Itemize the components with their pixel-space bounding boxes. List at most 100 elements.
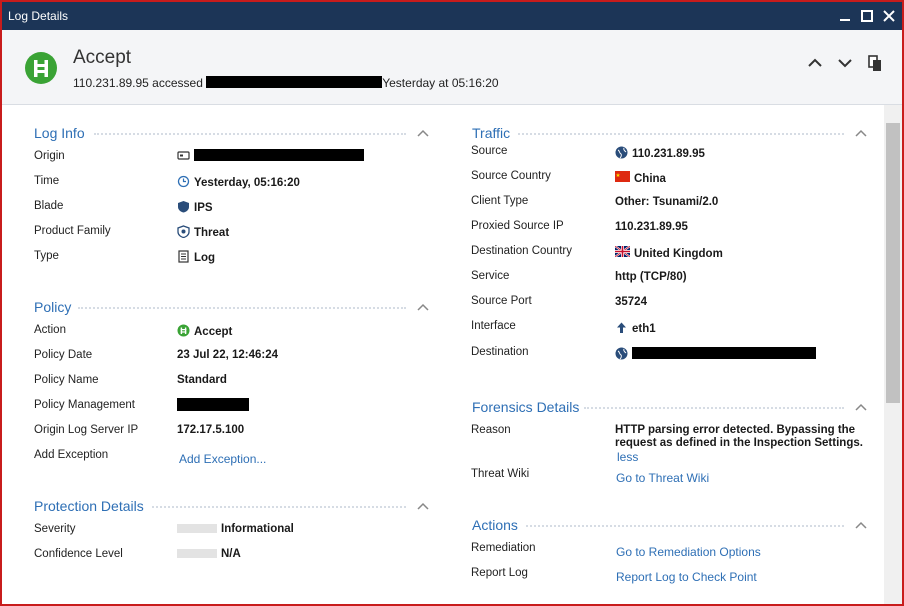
source-port-value: 35724 [615,296,647,308]
client-type-value: Other: Tsunami/2.0 [615,196,719,208]
scrollbar-thumb[interactable] [886,123,900,403]
section-divider [518,133,844,135]
destination-country-text: United Kingdom [634,248,723,260]
proxied-source-ip-label: Proxied Source IP [471,220,564,232]
accept-icon [177,324,190,337]
severity-value: Informational [177,523,294,535]
remediation-link[interactable]: Go to Remediation Options [616,545,761,559]
time-text: Yesterday, 05:16:20 [194,177,300,189]
threat-wiki-label: Threat Wiki [471,468,530,480]
up-arrow-icon[interactable] [804,52,826,74]
down-arrow-icon[interactable] [834,52,856,74]
origin-value [177,149,364,163]
report-log-label: Report Log [471,567,528,579]
details-content: Log Info Origin Time Yesterday, 05:16:20… [2,105,884,604]
source-country-text: China [634,173,666,185]
source-country-value: China [615,171,666,185]
product-family-label: Product Family [34,225,111,237]
service-value: http (TCP/80) [615,271,687,283]
policy-management-value [177,398,249,413]
origin-log-server-ip-value: 172.17.5.100 [177,424,245,436]
close-icon[interactable] [878,5,900,27]
proxied-source-ip-value: 110.231.89.95 [615,221,688,233]
reason-line-2: request as defined in the Inspection Set… [615,437,863,449]
service-label: Service [471,270,510,282]
source-text: 110.231.89.95 [632,148,705,160]
redacted-destination [206,76,383,88]
policy-name-value: Standard [177,374,227,386]
title-bar: Log Details [2,2,902,30]
destination-value [615,347,816,361]
source-port-label: Source Port [471,295,532,307]
action-label: Action [34,324,66,336]
confidence-text: N/A [221,548,241,560]
collapse-actions-icon[interactable] [854,520,868,530]
type-label: Type [34,250,59,262]
vertical-scrollbar[interactable] [884,105,902,604]
section-divider [152,506,406,508]
section-log-info-title: Log Info [34,125,85,141]
section-divider [78,307,406,309]
reason-label: Reason [471,424,511,436]
origin-log-server-ip-label: Origin Log Server IP [34,424,139,436]
redacted-policy-management [177,398,249,411]
log-header: Accept 110.231.89.95 accessed Yesterday … [2,30,902,105]
section-divider [584,407,844,409]
section-actions-title: Actions [472,517,518,533]
maximize-icon[interactable] [856,5,878,27]
minimize-icon[interactable] [834,5,856,27]
origin-label: Origin [34,150,65,162]
type-value: Log [177,250,215,264]
summary-time: Yesterday at 05:16:20 [382,76,499,90]
log-details-window: Log Details Accept 110.231.89.95 accesse… [0,0,904,606]
summary-source: 110.231.89.95 accessed [73,76,203,90]
globe-icon [615,146,628,159]
confidence-level-value: N/A [177,548,241,560]
upload-arrow-icon [615,321,628,334]
severity-text: Informational [221,523,294,535]
threat-icon [177,225,190,238]
globe-icon [615,347,628,360]
redacted-origin [194,149,364,161]
collapse-forensics-icon[interactable] [854,402,868,412]
section-protection-title: Protection Details [34,498,144,514]
section-divider [526,525,844,527]
clock-icon [177,175,190,188]
policy-management-label: Policy Management [34,399,135,411]
section-forensics-title: Forensics Details [472,399,580,415]
shield-icon [177,200,190,213]
remediation-label: Remediation [471,542,536,554]
add-exception-label: Add Exception [34,449,109,461]
china-flag-icon [615,171,630,184]
time-label: Time [34,175,60,187]
source-value: 110.231.89.95 [615,146,705,160]
window-title: Log Details [8,9,69,23]
destination-country-value: United Kingdom [615,246,723,260]
less-link[interactable]: less [617,450,638,464]
action-value: Accept [177,324,232,338]
section-traffic-title: Traffic [472,125,511,141]
uk-flag-icon [615,246,630,259]
interface-text: eth1 [632,323,656,335]
accept-icon [24,51,58,85]
source-country-label: Source Country [471,170,551,182]
add-exception-link[interactable]: Add Exception... [179,452,266,466]
blade-value: IPS [177,200,213,214]
blade-text: IPS [194,202,213,214]
action-text: Accept [194,326,233,338]
copy-icon[interactable] [864,52,886,74]
severity-indicator [177,524,217,533]
collapse-log-info-icon[interactable] [416,128,430,138]
policy-date-label: Policy Date [34,349,93,361]
collapse-traffic-icon[interactable] [854,128,868,138]
report-log-link[interactable]: Report Log to Check Point [616,570,757,584]
client-type-label: Client Type [471,195,529,207]
reason-line-1: HTTP parsing error detected. Bypassing t… [615,424,856,436]
redacted-destination [632,347,816,359]
destination-label: Destination [471,346,529,358]
collapse-policy-icon[interactable] [416,302,430,312]
policy-name-label: Policy Name [34,374,99,386]
product-family-value: Threat [177,225,229,239]
threat-wiki-link[interactable]: Go to Threat Wiki [616,471,709,485]
collapse-protection-icon[interactable] [416,501,430,511]
